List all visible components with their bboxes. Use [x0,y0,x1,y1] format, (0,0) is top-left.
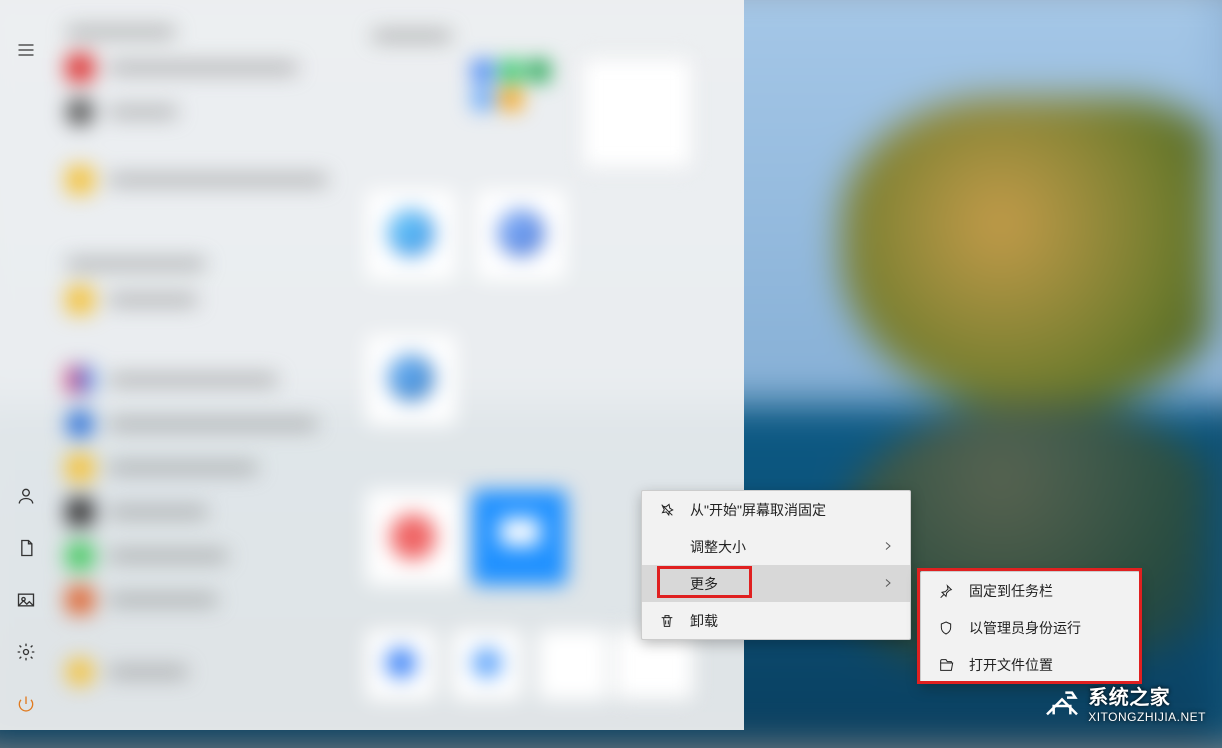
chevron-right-icon [882,576,894,592]
context-item-uninstall[interactable]: 卸载 [642,602,910,639]
power-button[interactable] [6,684,46,724]
user-button[interactable] [6,476,46,516]
folder-icon [937,657,955,673]
start-rail [0,0,52,730]
unpin-icon [658,502,676,518]
submenu-item-label: 固定到任务栏 [969,581,1053,601]
submenu-item-open-location[interactable]: 打开文件位置 [921,646,1139,683]
chevron-right-icon [882,539,894,555]
watermark: 系统之家 XITONGZHIJIA.NET [1042,681,1206,724]
context-item-more[interactable]: 更多 [642,565,910,602]
settings-button[interactable] [6,632,46,672]
watermark-logo-icon [1042,681,1082,724]
pin-icon [937,583,955,599]
context-menu: 从"开始"屏幕取消固定 调整大小 更多 卸载 [641,490,911,640]
start-app-list[interactable] [52,0,352,730]
context-item-label: 调整大小 [690,537,746,557]
pictures-button[interactable] [6,580,46,620]
submenu-item-label: 以管理员身份运行 [969,618,1081,638]
trash-icon [658,613,676,629]
context-item-resize[interactable]: 调整大小 [642,528,910,565]
submenu-item-pin-taskbar[interactable]: 固定到任务栏 [921,572,1139,609]
hamburger-button[interactable] [6,30,46,70]
documents-button[interactable] [6,528,46,568]
watermark-title: 系统之家 [1088,681,1206,710]
context-item-label: 卸载 [690,611,718,631]
context-item-unpin[interactable]: 从"开始"屏幕取消固定 [642,491,910,528]
start-menu [0,0,744,730]
watermark-url: XITONGZHIJIA.NET [1088,710,1206,724]
submenu-item-label: 打开文件位置 [969,655,1053,675]
context-item-label: 更多 [690,574,718,594]
context-item-label: 从"开始"屏幕取消固定 [690,500,826,520]
submenu-item-run-admin[interactable]: 以管理员身份运行 [921,609,1139,646]
shield-icon [937,620,955,636]
context-submenu-more: 固定到任务栏 以管理员身份运行 打开文件位置 [920,571,1140,684]
